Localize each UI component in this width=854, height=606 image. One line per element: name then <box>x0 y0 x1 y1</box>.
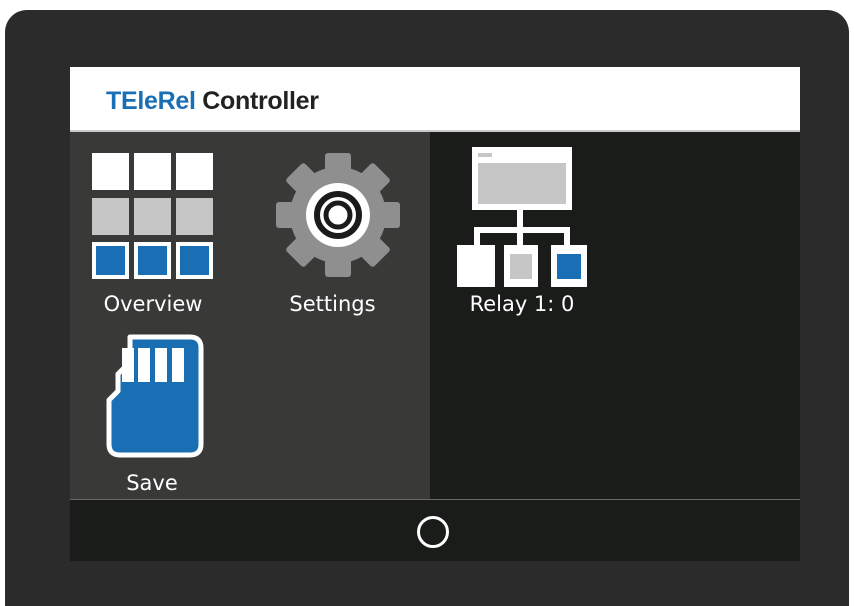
app-title-text: Controller <box>202 87 319 115</box>
home-circle-icon[interactable] <box>417 516 449 548</box>
relay-label: Relay 1: 0 <box>469 292 575 316</box>
gear-icon <box>273 150 403 280</box>
overview-tile[interactable]: Overview <box>88 150 218 325</box>
header-bar: TEleRel Controller <box>70 67 800 130</box>
sd-card-icon <box>106 334 204 458</box>
overview-label: Overview <box>103 292 203 316</box>
grid-icon <box>92 153 214 279</box>
device-screen: TEleRel Controller Overview Settings Rel… <box>70 67 800 561</box>
settings-tile[interactable]: Settings <box>260 150 405 325</box>
relay-tile[interactable]: Relay 1: 0 <box>452 144 592 325</box>
settings-label: Settings <box>289 292 376 316</box>
save-label: Save <box>126 471 178 495</box>
save-tile[interactable]: Save <box>92 334 212 499</box>
app-title-brand: TEleRel <box>106 87 196 115</box>
relay-tree-icon <box>457 147 589 287</box>
app-title: TEleRel Controller <box>106 87 319 116</box>
